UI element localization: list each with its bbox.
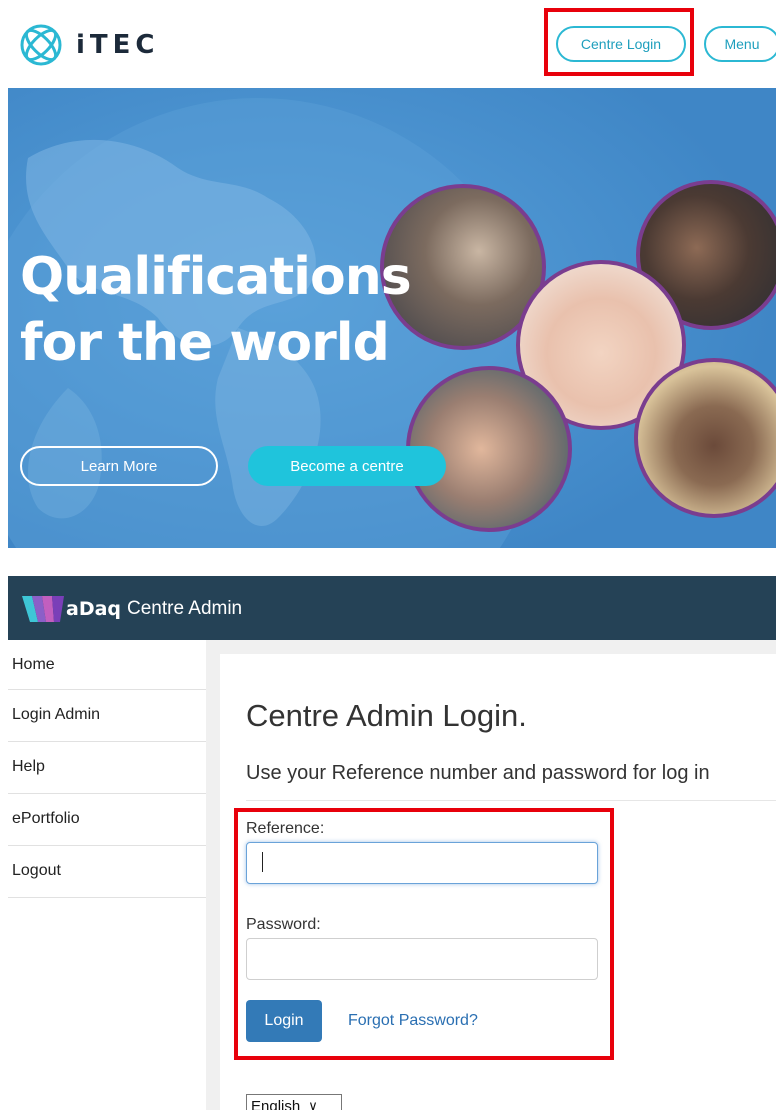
sidebar-item-label: Login Admin xyxy=(12,706,101,723)
itec-globe-icon xyxy=(20,24,62,66)
page-subtitle: Use your Reference number and password f… xyxy=(246,762,710,784)
text-caret xyxy=(262,852,263,872)
hero-title-line1: Qualifications xyxy=(20,247,412,307)
language-selected-value: English xyxy=(251,1097,301,1110)
become-centre-button[interactable]: Become a centre xyxy=(248,446,446,486)
password-label: Password: xyxy=(246,916,321,933)
password-input[interactable] xyxy=(246,938,598,980)
reference-label: Reference: xyxy=(246,820,325,837)
itec-brand-text: iTEC xyxy=(76,30,160,60)
sidebar-item-login-admin[interactable]: Login Admin xyxy=(8,690,206,742)
centre-login-button[interactable]: Centre Login xyxy=(556,26,686,62)
app-title: Centre Admin xyxy=(127,598,243,619)
page-title: Centre Admin Login. xyxy=(246,698,527,733)
sidebar-item-label: Home xyxy=(12,656,55,673)
sidebar-item-label: Help xyxy=(12,758,45,775)
login-card: Centre Admin Login. Use your Reference n… xyxy=(220,654,776,1110)
wadaq-w-logo-icon xyxy=(22,596,64,622)
forgot-password-link[interactable]: Forgot Password? xyxy=(348,1012,478,1030)
wadaq-logo[interactable]: aDaq Centre Admin xyxy=(22,594,242,624)
main-panel: Centre Admin Login. Use your Reference n… xyxy=(206,640,776,1110)
language-select[interactable]: English ∨ xyxy=(246,1094,342,1110)
sidebar-item-help[interactable]: Help xyxy=(8,742,206,794)
wadaq-navbar: aDaq Centre Admin xyxy=(8,576,776,640)
login-button[interactable]: Login xyxy=(246,1000,322,1042)
sidebar-item-logout[interactable]: Logout xyxy=(8,846,206,898)
sidebar-item-label: ePortfolio xyxy=(12,810,80,827)
sidebar-item-home[interactable]: Home xyxy=(8,640,206,690)
chevron-down-icon: ∨ xyxy=(308,1098,318,1110)
divider xyxy=(246,800,776,801)
hero-banner: Qualifications for the world Learn More … xyxy=(8,88,776,548)
menu-button[interactable]: Menu xyxy=(704,26,776,62)
reference-input[interactable] xyxy=(246,842,598,884)
screenshot-root: iTEC Centre Login Menu Qualifications fo… xyxy=(0,0,776,1110)
hero-title: Qualifications for the world xyxy=(20,244,412,376)
reference-field-wrap xyxy=(246,842,598,884)
itec-header: iTEC Centre Login Menu xyxy=(0,0,776,88)
learn-more-button[interactable]: Learn More xyxy=(20,446,218,486)
sidebar-nav: Home Login Admin Help ePortfolio Logout xyxy=(8,640,206,898)
sidebar-item-label: Logout xyxy=(12,862,61,879)
hero-title-line2: for the world xyxy=(20,313,390,373)
sidebar-item-eportfolio[interactable]: ePortfolio xyxy=(8,794,206,846)
itec-logo[interactable]: iTEC xyxy=(18,22,160,68)
wadaq-brand-text: aDaq xyxy=(66,598,122,620)
